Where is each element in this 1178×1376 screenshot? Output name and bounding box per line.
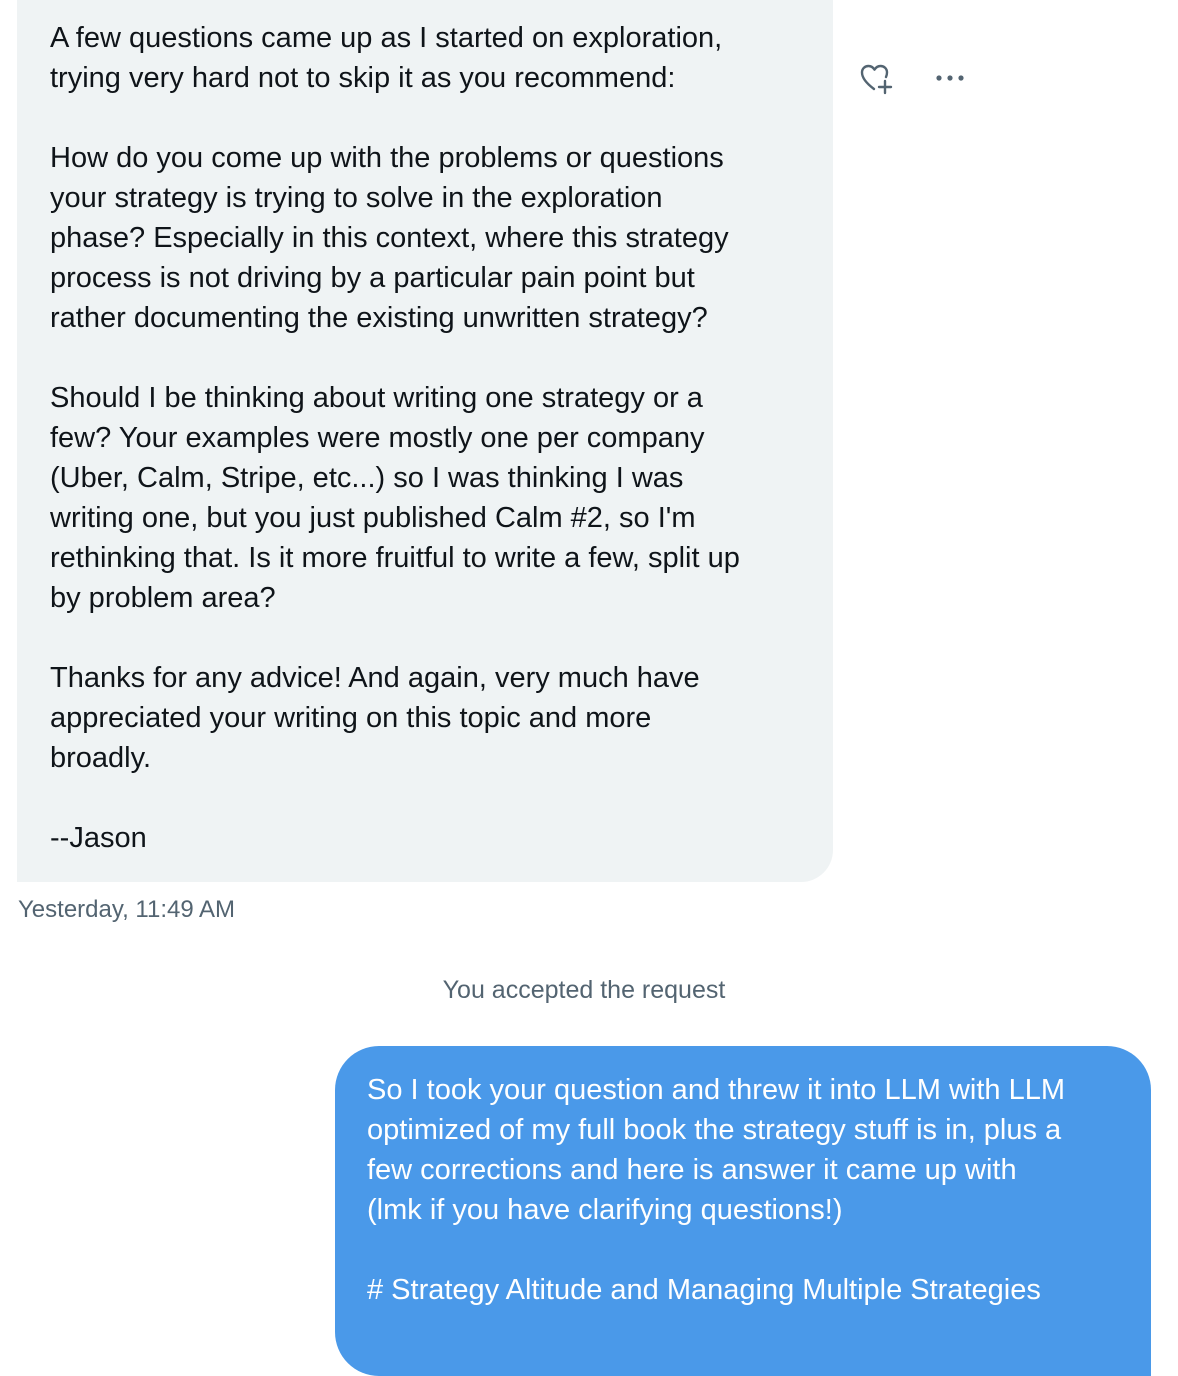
message-timestamp: Yesterday, 11:49 AM	[18, 896, 236, 923]
incoming-message-signature: --Jason	[50, 822, 147, 854]
request-accepted-note: You accepted the request	[442, 976, 726, 1004]
outgoing-message-bubble[interactable]: So I took your question and threw it int…	[335, 1046, 1151, 1376]
incoming-message-paragraph: A few questions came up as I started on …	[50, 22, 723, 94]
incoming-message-paragraph: Should I be thinking about writing one s…	[50, 382, 740, 614]
outgoing-message-heading: # Strategy Altitude and Managing Multipl…	[367, 1274, 1041, 1306]
message-actions	[858, 60, 968, 96]
incoming-message-paragraph: How do you come up with the problems or …	[50, 142, 729, 334]
incoming-message-paragraph: Thanks for any advice! And again, very m…	[50, 662, 700, 774]
outgoing-message-paragraph: So I took your question and threw it int…	[367, 1074, 1065, 1226]
more-horizontal-icon[interactable]	[932, 60, 968, 96]
heart-plus-icon[interactable]	[858, 60, 894, 96]
incoming-message-bubble[interactable]: A few questions came up as I started on …	[17, 0, 833, 882]
